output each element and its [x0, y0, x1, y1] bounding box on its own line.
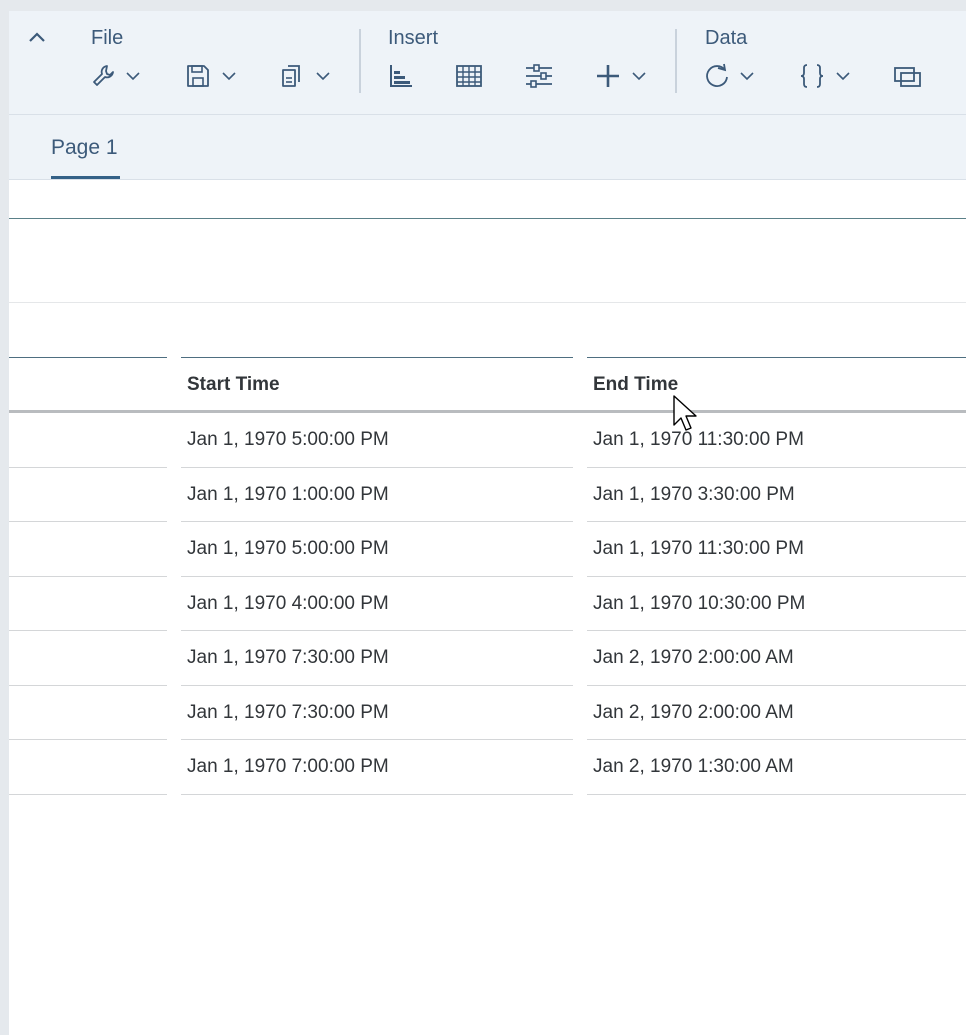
refresh-icon [706, 63, 728, 87]
chevron-down-icon [740, 72, 754, 81]
file-group-label: File [91, 27, 124, 49]
column-header-start-time[interactable]: Start Time [187, 358, 573, 412]
formula-icon [800, 64, 824, 88]
page-tab-bar: Page 1 [9, 115, 966, 180]
toolbar-separator [675, 29, 677, 93]
save-icon [187, 65, 209, 87]
toolbar: File Insert Data [9, 11, 966, 115]
cell-end-time: Jan 1, 1970 11:30:00 PM [593, 538, 804, 559]
chevron-down-icon [632, 72, 646, 81]
data-group-label: Data [705, 27, 748, 49]
cell-start-time: Jan 1, 1970 4:00:00 PM [187, 592, 389, 614]
overlay-icon [894, 67, 921, 87]
insert-table-button[interactable] [455, 61, 483, 91]
add-icon [597, 65, 619, 87]
cell-end-time: Jan 2, 1970 2:00:00 AM [593, 701, 794, 723]
chevron-down-icon [836, 72, 850, 81]
copy-menu-button[interactable] [279, 61, 331, 91]
save-menu-button[interactable] [185, 61, 237, 91]
cell-end-time: Jan 1, 1970 11:30:00 PM [593, 429, 804, 450]
active-tab-indicator [51, 176, 120, 179]
row-divider [587, 793, 966, 795]
tools-menu-button[interactable] [91, 61, 141, 91]
cell [9, 577, 167, 631]
toolbar-separator [359, 29, 361, 93]
wrench-icon [93, 65, 114, 86]
cell [9, 413, 167, 467]
section-divider [9, 218, 966, 219]
tab-label: Page 1 [51, 135, 118, 159]
table-icon [456, 65, 482, 87]
cell [9, 522, 167, 576]
cell [9, 686, 167, 740]
insert-group-label: Insert [388, 27, 439, 49]
column-header[interactable] [9, 358, 167, 412]
cell-start-time: Jan 1, 1970 5:00:00 PM [187, 429, 389, 450]
chart-icon [390, 65, 412, 87]
column-header-end-time[interactable]: End Time [593, 358, 966, 412]
refresh-menu-button[interactable] [703, 61, 755, 91]
formula-menu-button[interactable] [799, 61, 851, 91]
cell-start-time: Jan 1, 1970 7:30:00 PM [187, 647, 389, 668]
cell [9, 740, 167, 794]
cell [9, 631, 167, 685]
tab-page-1[interactable]: Page 1 [51, 115, 118, 180]
copy-icon [282, 65, 300, 87]
input-control-icon [526, 64, 552, 88]
cell-start-time: Jan 1, 1970 7:00:00 PM [187, 756, 389, 777]
chevron-up-icon[interactable] [27, 27, 47, 47]
section-divider [9, 302, 966, 303]
row-divider [181, 793, 573, 795]
insert-input-control-button[interactable] [524, 61, 554, 91]
cell-end-time: Jan 2, 1970 1:30:00 AM [593, 756, 794, 777]
chevron-down-icon [316, 72, 330, 81]
row-divider [9, 793, 167, 795]
insert-add-menu-button[interactable] [595, 61, 647, 91]
insert-chart-button[interactable] [388, 61, 414, 91]
cell-start-time: Jan 1, 1970 5:00:00 PM [187, 538, 389, 559]
chevron-down-icon [222, 72, 236, 81]
chevron-down-icon [126, 72, 140, 81]
overlay-button[interactable] [893, 61, 923, 91]
cell-end-time: Jan 1, 1970 10:30:00 PM [593, 592, 806, 614]
cell-start-time: Jan 1, 1970 7:30:00 PM [187, 701, 389, 723]
cell-start-time: Jan 1, 1970 1:00:00 PM [187, 483, 389, 505]
story-app: File Insert Data Page 1 Start Time End T… [9, 11, 966, 1035]
cell [9, 468, 167, 522]
cell-end-time: Jan 1, 1970 3:30:00 PM [593, 483, 795, 505]
cell-end-time: Jan 2, 1970 2:00:00 AM [593, 647, 794, 668]
